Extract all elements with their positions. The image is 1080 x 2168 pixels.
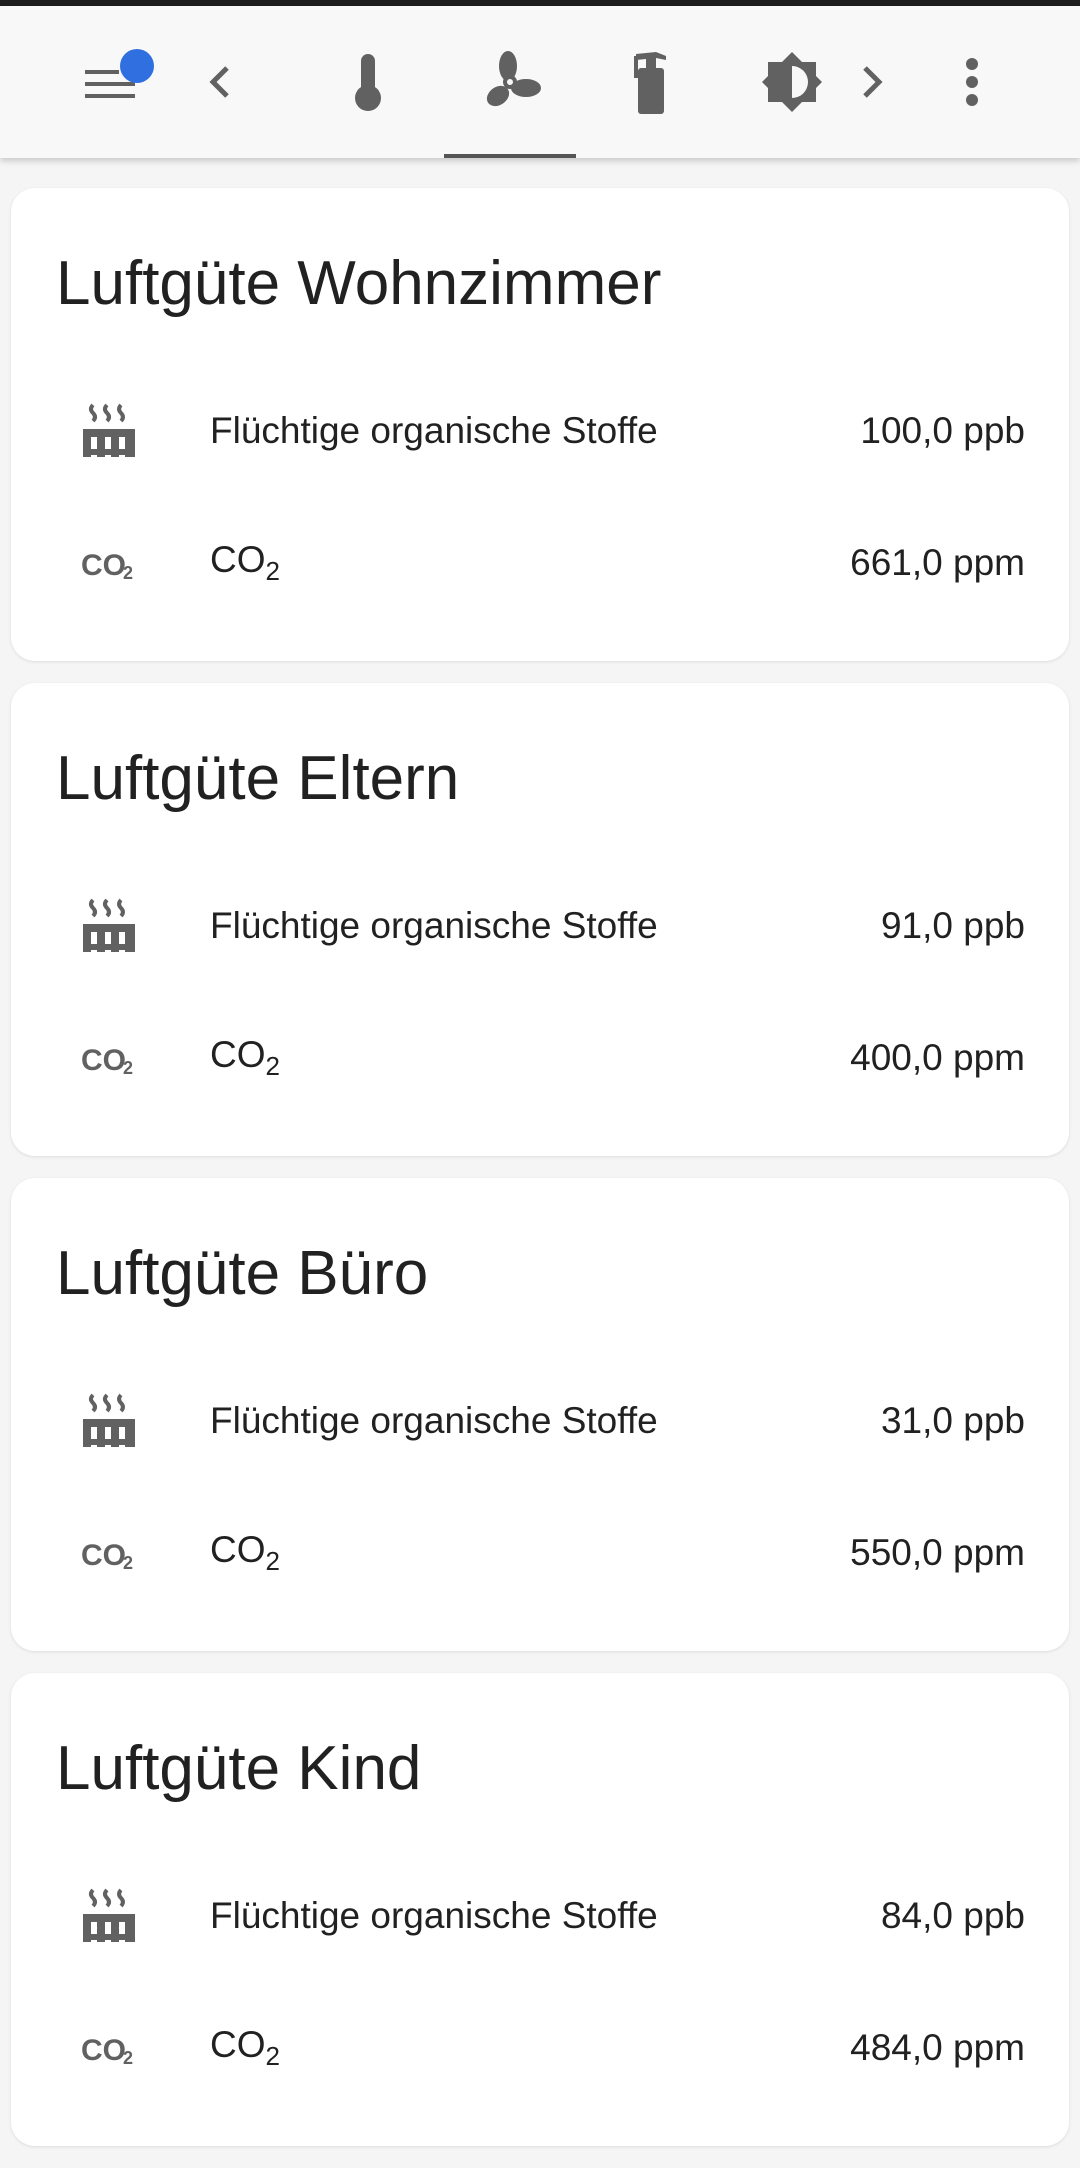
row-value: 31,0 ppb [880, 1400, 1025, 1441]
row-value: 91,0 ppb [880, 905, 1025, 946]
entity-row-voc[interactable]: Flüchtige organische Stoffe 84,0 ppb [11, 1871, 1069, 1961]
card-title: Luftgüte Büro [56, 1239, 429, 1308]
row-label: Flüchtige organische Stoffe [210, 905, 658, 946]
card-title: Luftgüte Kind [56, 1734, 422, 1803]
svg-text:2: 2 [123, 2048, 133, 2068]
row-value: 661,0 ppm [850, 542, 1025, 583]
co2-icon: CO 2 [77, 1521, 141, 1585]
row-label: Flüchtige organische Stoffe [210, 1400, 658, 1441]
tab-fire-extinguisher[interactable] [584, 6, 716, 158]
fire-extinguisher-icon [634, 52, 666, 114]
row-value: 400,0 ppm [850, 1037, 1025, 1078]
row-value: 484,0 ppm [850, 2027, 1025, 2068]
voc-icon [77, 1389, 141, 1453]
tab-temperature[interactable] [302, 6, 434, 158]
card-title: Luftgüte Eltern [56, 744, 460, 813]
chevron-left-icon [209, 66, 229, 98]
svg-text:2: 2 [123, 563, 133, 583]
tab-fan[interactable] [444, 6, 576, 158]
scroll-tabs-right-button[interactable] [842, 6, 902, 158]
svg-text:CO: CO [81, 1044, 126, 1077]
entity-row-voc[interactable]: Flüchtige organische Stoffe 91,0 ppb [11, 881, 1069, 971]
notification-badge [120, 49, 154, 83]
card-title: Luftgüte Wohnzimmer [56, 249, 662, 318]
air-quality-card: Luftgüte Büro Flüchtige organische Stoff… [11, 1178, 1069, 1651]
row-label: Flüchtige organische Stoffe [210, 410, 658, 451]
row-value: 84,0 ppb [880, 1895, 1025, 1936]
entity-row-co2[interactable]: CO 2 CO2 484,0 ppm [11, 2003, 1069, 2093]
scroll-tabs-left-button[interactable] [190, 6, 250, 158]
more-options-button[interactable] [942, 6, 1002, 158]
fan-icon [486, 51, 541, 107]
svg-text:CO: CO [81, 2034, 126, 2067]
entity-row-co2[interactable]: CO 2 CO2 661,0 ppm [11, 518, 1069, 608]
row-label: CO2 [210, 1034, 280, 1081]
svg-text:CO: CO [81, 549, 126, 582]
row-value: 550,0 ppm [850, 1532, 1025, 1573]
row-label: CO2 [210, 2024, 280, 2071]
more-vert-icon [966, 58, 978, 106]
svg-text:CO: CO [81, 1539, 126, 1572]
co2-icon: CO 2 [77, 531, 141, 595]
row-label: CO2 [210, 1529, 280, 1576]
top-toolbar [0, 6, 1080, 158]
card-list: Luftgüte Wohnzimmer Flüchtige organische… [11, 188, 1069, 2168]
co2-icon: CO 2 [77, 1026, 141, 1090]
entity-row-voc[interactable]: Flüchtige organische Stoffe 100,0 ppb [11, 386, 1069, 476]
entity-row-co2[interactable]: CO 2 CO2 400,0 ppm [11, 1013, 1069, 1103]
tab-brightness[interactable] [726, 6, 858, 158]
air-quality-card: Luftgüte Eltern Flüchtige organische Sto… [11, 683, 1069, 1156]
co2-icon: CO 2 [77, 2016, 141, 2080]
row-label: Flüchtige organische Stoffe [210, 1895, 658, 1936]
voc-icon [77, 894, 141, 958]
voc-icon [77, 399, 141, 463]
svg-text:2: 2 [123, 1058, 133, 1078]
entity-row-voc[interactable]: Flüchtige organische Stoffe 31,0 ppb [11, 1376, 1069, 1466]
thermometer-icon [355, 54, 381, 111]
chevron-right-icon [863, 66, 883, 98]
entity-row-co2[interactable]: CO 2 CO2 550,0 ppm [11, 1508, 1069, 1598]
row-label: CO2 [210, 539, 280, 586]
active-tab-indicator [444, 154, 576, 158]
brightness-icon [762, 52, 822, 112]
voc-icon [77, 1884, 141, 1948]
row-value: 100,0 ppb [860, 410, 1025, 451]
air-quality-card: Luftgüte Kind Flüchtige organische Stoff… [11, 1673, 1069, 2146]
svg-text:2: 2 [123, 1553, 133, 1573]
air-quality-card: Luftgüte Wohnzimmer Flüchtige organische… [11, 188, 1069, 661]
